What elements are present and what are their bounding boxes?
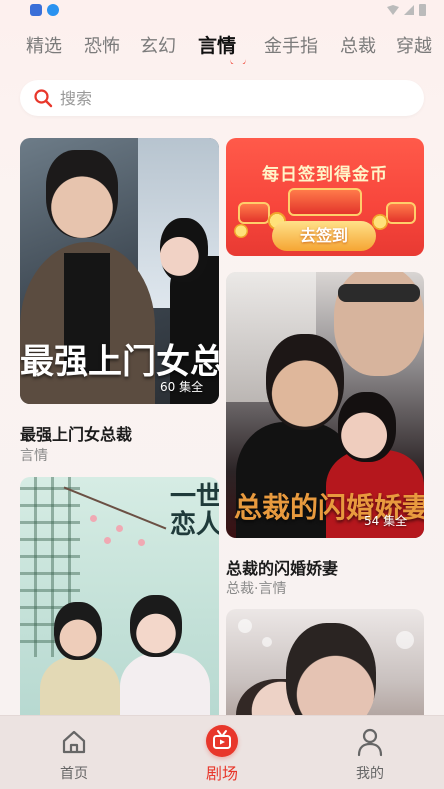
wifi-icon bbox=[387, 5, 399, 15]
gold-coin-icon bbox=[234, 224, 248, 238]
drama-card-poster[interactable]: 最强上门女总裁 60 集全 bbox=[20, 138, 219, 404]
red-envelope-icon bbox=[288, 188, 362, 216]
nav-theater[interactable]: 剧场 bbox=[172, 716, 272, 789]
tab-featured[interactable]: 精选 bbox=[26, 32, 62, 58]
nav-profile[interactable]: 我的 bbox=[320, 716, 420, 789]
tab-fantasy[interactable]: 玄幻 bbox=[140, 32, 176, 58]
signal-icon bbox=[404, 5, 414, 15]
nav-home[interactable]: 首页 bbox=[24, 716, 124, 789]
tv-icon bbox=[206, 725, 238, 757]
tab-ceo[interactable]: 总裁 bbox=[340, 32, 376, 58]
tab-horror[interactable]: 恐怖 bbox=[84, 32, 120, 58]
nav-label: 我的 bbox=[356, 766, 384, 782]
battery-icon bbox=[419, 4, 426, 16]
drama-card-poster[interactable]: 一世恋人 bbox=[20, 477, 219, 727]
red-envelope-icon bbox=[238, 202, 270, 224]
search-input[interactable] bbox=[60, 86, 400, 110]
search-icon bbox=[33, 88, 53, 112]
poster-title-art: 一世恋人 bbox=[170, 482, 219, 540]
sign-in-banner[interactable]: 每日签到得金币 去签到 bbox=[226, 138, 424, 256]
poster-title-art: 最强上门女总裁 bbox=[20, 342, 219, 382]
drama-title[interactable]: 总裁的闪婚娇妻 bbox=[226, 555, 338, 579]
tab-cheat[interactable]: 金手指 bbox=[264, 32, 318, 58]
drama-card-poster[interactable] bbox=[226, 609, 424, 729]
sign-in-button[interactable]: 去签到 bbox=[272, 221, 376, 251]
app-notification-icon bbox=[30, 4, 42, 16]
tab-romance[interactable]: 言情 bbox=[198, 31, 236, 58]
red-envelope-icon bbox=[386, 202, 416, 224]
nav-label: 首页 bbox=[60, 766, 88, 782]
episode-count: 54 集全 bbox=[364, 514, 408, 528]
download-notification-icon bbox=[47, 4, 59, 16]
bottom-navigation: 首页 剧场 我的 bbox=[0, 715, 444, 789]
drama-tags: 言情 bbox=[20, 448, 48, 464]
drama-tags: 总裁·言情 bbox=[226, 581, 287, 597]
active-tab-indicator bbox=[230, 57, 246, 64]
status-icons bbox=[387, 4, 426, 16]
nav-label: 剧场 bbox=[205, 764, 238, 783]
search-bar[interactable] bbox=[20, 80, 424, 116]
status-bar bbox=[0, 0, 444, 20]
episode-count: 60 集全 bbox=[160, 380, 204, 394]
gold-coin-icon bbox=[372, 214, 388, 230]
drama-card-poster[interactable]: 总裁的闪婚娇妻 54 集全 bbox=[226, 272, 424, 538]
drama-title[interactable]: 最强上门女总裁 bbox=[20, 421, 132, 445]
home-icon bbox=[60, 728, 88, 760]
tab-time-travel[interactable]: 穿越 bbox=[396, 32, 432, 58]
banner-title: 每日签到得金币 bbox=[262, 165, 388, 185]
category-tabs: 精选 恐怖 玄幻 言情 金手指 总裁 穿越 bbox=[0, 28, 444, 64]
profile-icon bbox=[356, 727, 384, 761]
